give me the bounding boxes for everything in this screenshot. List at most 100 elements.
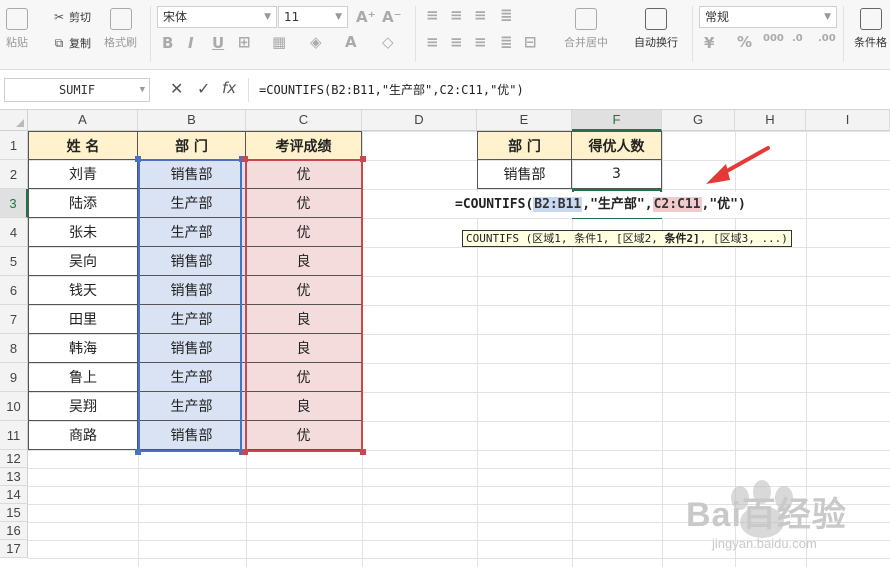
column-header-g[interactable]: G xyxy=(662,110,735,131)
summary-header-count[interactable]: 得优人数 xyxy=(572,131,662,160)
thousands-icon[interactable]: 000 xyxy=(763,33,784,44)
align-center-icon[interactable]: ≡ xyxy=(450,33,463,51)
in-cell-formula-editor[interactable]: =COUNTIFS(B2:B11,"生产部",C2:C11,"优") xyxy=(452,192,749,218)
range-handle[interactable] xyxy=(242,156,248,162)
align-bottom-icon[interactable]: ≡ xyxy=(474,6,487,24)
currency-icon[interactable]: ¥ xyxy=(704,34,714,52)
dept-cell[interactable]: 生产部 xyxy=(138,363,246,392)
merge-center-button[interactable]: 合并居中 xyxy=(564,8,608,50)
name-cell[interactable]: 鲁上 xyxy=(28,363,138,392)
underline-icon[interactable]: U xyxy=(212,34,224,52)
row-header-2[interactable]: 2 xyxy=(0,160,28,189)
row-header-8[interactable]: 8 xyxy=(0,334,28,363)
paste-button[interactable]: 粘贴 xyxy=(6,8,28,50)
range-handle[interactable] xyxy=(135,449,141,455)
row-header-4[interactable]: 4 xyxy=(0,218,28,247)
borders-icon[interactable]: ⊞ xyxy=(238,33,251,51)
format-painter-button[interactable]: 格式刷 xyxy=(104,8,137,50)
dept-cell[interactable]: 生产部 xyxy=(138,189,246,218)
row-header-1[interactable]: 1 xyxy=(0,131,28,160)
row-header-14[interactable]: 14 xyxy=(0,486,28,504)
range-handle[interactable] xyxy=(360,156,366,162)
grade-cell[interactable]: 优 xyxy=(246,189,362,218)
conditional-format-button[interactable]: 条件格 xyxy=(854,8,887,50)
dept-cell[interactable]: 销售部 xyxy=(138,160,246,189)
dept-cell[interactable]: 销售部 xyxy=(138,247,246,276)
row-header-15[interactable]: 15 xyxy=(0,504,28,522)
name-cell[interactable]: 刘青 xyxy=(28,160,138,189)
name-cell[interactable]: 韩海 xyxy=(28,334,138,363)
insert-function-icon[interactable]: fx xyxy=(222,79,236,97)
column-header-a[interactable]: A xyxy=(28,110,138,131)
copy-button[interactable]: ⧉ 复制 xyxy=(52,35,91,51)
summary-header-dept[interactable]: 部 门 xyxy=(477,131,572,160)
row-header-13[interactable]: 13 xyxy=(0,468,28,486)
column-header-d[interactable]: D xyxy=(362,110,477,131)
row-header-6[interactable]: 6 xyxy=(0,276,28,305)
font-color-icon[interactable]: A xyxy=(345,33,357,51)
summary-dept-cell[interactable]: 销售部 xyxy=(477,160,572,189)
grade-cell[interactable]: 良 xyxy=(246,334,362,363)
row-header-7[interactable]: 7 xyxy=(0,305,28,334)
summary-count-cell[interactable]: 3 xyxy=(572,160,662,189)
confirm-icon[interactable]: ✓ xyxy=(197,79,210,98)
justify-icon[interactable]: ≣ xyxy=(500,33,513,51)
cut-button[interactable]: ✂ 剪切 xyxy=(52,9,91,25)
dept-cell[interactable]: 生产部 xyxy=(138,218,246,247)
align-left-icon[interactable]: ≡ xyxy=(426,33,439,51)
increase-font-icon[interactable]: A⁺ xyxy=(356,8,376,26)
grade-cell[interactable]: 优 xyxy=(246,160,362,189)
decrease-decimal-icon[interactable]: .00 xyxy=(818,33,836,44)
wrap-text-button[interactable]: 自动换行 xyxy=(634,8,678,50)
align-middle-icon[interactable]: ≡ xyxy=(450,6,463,24)
header-name-cell[interactable]: 姓 名 xyxy=(28,131,138,160)
percent-icon[interactable]: % xyxy=(737,33,752,51)
grade-cell[interactable]: 优 xyxy=(246,363,362,392)
dept-cell[interactable]: 销售部 xyxy=(138,276,246,305)
decrease-font-icon[interactable]: A⁻ xyxy=(382,8,402,26)
align-right-icon[interactable]: ≡ xyxy=(474,33,487,51)
font-name-select[interactable]: 宋体 ▼ xyxy=(157,6,277,28)
dept-cell[interactable]: 生产部 xyxy=(138,305,246,334)
range-handle[interactable] xyxy=(360,449,366,455)
cell-style-icon[interactable]: ▦ xyxy=(272,33,286,51)
grade-cell[interactable]: 良 xyxy=(246,392,362,421)
name-box[interactable]: SUMIF ▼ xyxy=(4,78,150,102)
dept-cell[interactable]: 生产部 xyxy=(138,392,246,421)
grade-cell[interactable]: 优 xyxy=(246,218,362,247)
align-top-icon[interactable]: ≡ xyxy=(426,6,439,24)
row-header-17[interactable]: 17 xyxy=(0,540,28,558)
row-header-11[interactable]: 11 xyxy=(0,421,28,450)
name-cell[interactable]: 张未 xyxy=(28,218,138,247)
name-cell[interactable]: 吴翔 xyxy=(28,392,138,421)
row-header-12[interactable]: 12 xyxy=(0,450,28,468)
column-header-c[interactable]: C xyxy=(246,110,362,131)
header-grade-cell[interactable]: 考评成绩 xyxy=(246,131,362,160)
italic-icon[interactable]: I xyxy=(188,34,194,52)
number-format-select[interactable]: 常规 ▼ xyxy=(699,6,837,28)
cancel-icon[interactable]: ✕ xyxy=(170,79,183,98)
row-header-5[interactable]: 5 xyxy=(0,247,28,276)
row-header-10[interactable]: 10 xyxy=(0,392,28,421)
row-header-9[interactable]: 9 xyxy=(0,363,28,392)
dept-cell[interactable]: 销售部 xyxy=(138,421,246,450)
name-cell[interactable]: 田里 xyxy=(28,305,138,334)
grade-cell[interactable]: 优 xyxy=(246,421,362,450)
name-cell[interactable]: 陆添 xyxy=(28,189,138,218)
distribute-icon[interactable]: ⊟ xyxy=(524,33,537,51)
column-header-h[interactable]: H xyxy=(735,110,806,131)
select-all-corner[interactable] xyxy=(0,110,28,131)
dept-cell[interactable]: 销售部 xyxy=(138,334,246,363)
header-dept-cell[interactable]: 部 门 xyxy=(138,131,246,160)
column-header-b[interactable]: B xyxy=(138,110,246,131)
row-header-3[interactable]: 3 xyxy=(0,189,28,218)
column-header-e[interactable]: E xyxy=(477,110,572,131)
name-cell[interactable]: 吴向 xyxy=(28,247,138,276)
font-size-select[interactable]: 11 ▼ xyxy=(278,6,348,28)
range-handle[interactable] xyxy=(242,449,248,455)
increase-decimal-icon[interactable]: .0 xyxy=(792,33,803,44)
name-cell[interactable]: 钱天 xyxy=(28,276,138,305)
bold-icon[interactable]: B xyxy=(162,34,173,52)
column-header-f[interactable]: F xyxy=(572,110,662,131)
row-header-16[interactable]: 16 xyxy=(0,522,28,540)
